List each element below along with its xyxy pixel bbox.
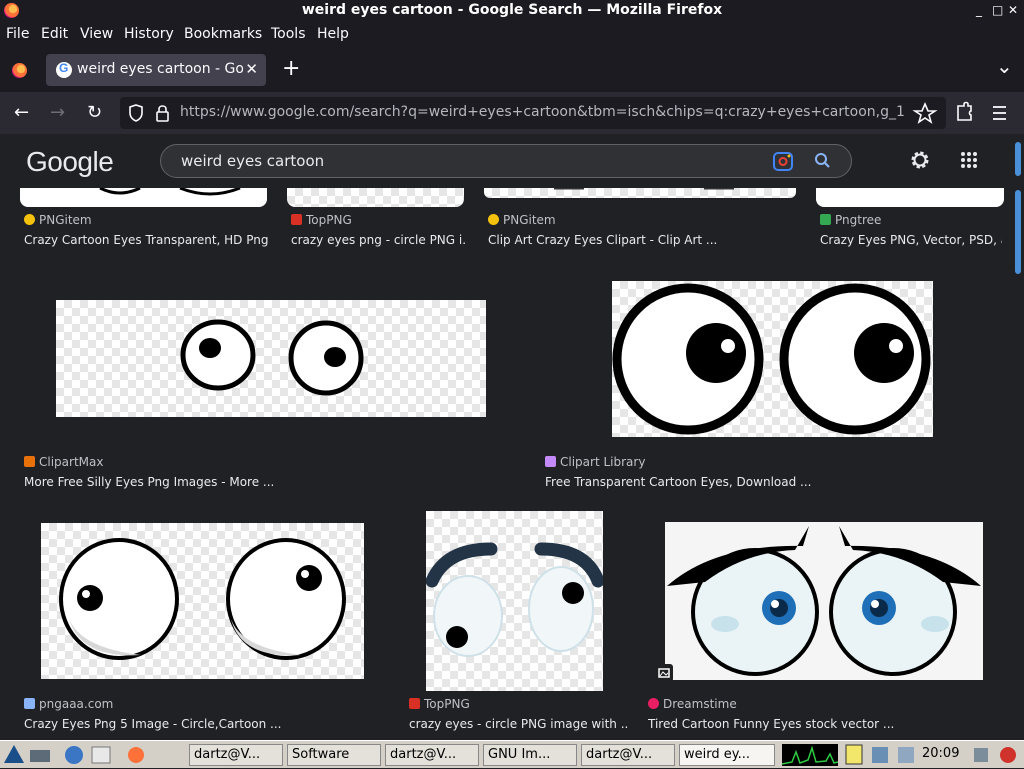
result-source-5[interactable]: ClipartMax <box>24 455 103 469</box>
start-menu-icon <box>4 745 24 763</box>
result-caption-2[interactable]: crazy eyes png - circle PNG i... <box>291 233 466 247</box>
result-caption-9[interactable]: Tired Cartoon Funny Eyes stock vector ..… <box>648 717 988 731</box>
result-image-5[interactable] <box>56 300 486 417</box>
taskbar-item-gimp[interactable]: GNU Im... <box>483 744 577 766</box>
image-badge-icon <box>655 664 673 682</box>
settings-gear-icon <box>911 151 929 169</box>
window-title: weird eyes cartoon - Google Search — Moz… <box>301 2 723 18</box>
menu-help[interactable]: Help <box>317 26 349 42</box>
result-caption-6[interactable]: Free Transparent Cartoon Eyes, Download … <box>545 475 985 489</box>
result-caption-3[interactable]: Clip Art Crazy Eyes Clipart - Clip Art .… <box>488 233 798 247</box>
apps-grid-icon <box>961 152 977 168</box>
google-header: Google weird eyes cartoon <box>0 134 1012 188</box>
result-source-9[interactable]: Dreamstime <box>648 697 737 711</box>
tray-network-icon <box>872 747 888 763</box>
result-image-1[interactable] <box>20 188 267 207</box>
result-source-3[interactable]: PNGitem <box>488 213 556 227</box>
power-icon <box>1000 747 1016 763</box>
url-bar[interactable]: https://www.google.com/search?q=weird+ey… <box>120 97 946 129</box>
minimize-button[interactable]: _ <box>976 3 982 17</box>
result-image-6[interactable] <box>612 281 933 437</box>
google-logo[interactable]: Google <box>26 146 114 178</box>
security-icons <box>129 104 169 122</box>
result-image-8[interactable] <box>426 511 603 691</box>
back-button[interactable]: ← <box>14 102 29 123</box>
taskbar-item-terminal-1[interactable]: dartz@V... <box>189 744 283 766</box>
reload-button[interactable]: ↻ <box>87 102 102 123</box>
result-image-3[interactable] <box>484 188 796 198</box>
menu-bar: File Edit View History Bookmarks Tools H… <box>0 22 1024 48</box>
result-image-7[interactable] <box>41 523 364 679</box>
terminal-icon <box>91 746 111 764</box>
url-text: https://www.google.com/search?q=weird+ey… <box>180 104 905 120</box>
scroll-indicator <box>1015 142 1021 176</box>
tray-volume-icon <box>898 747 914 763</box>
result-caption-1[interactable]: Crazy Cartoon Eyes Transparent, HD Png .… <box>24 233 269 247</box>
tab-label: weird eyes cartoon - Goo <box>77 61 243 77</box>
tab-close-button[interactable]: ✕ <box>245 60 258 78</box>
menu-view[interactable]: View <box>80 26 113 42</box>
navigation-bar: ← → ↻ https://www.google.com/search?q=we… <box>0 92 1024 134</box>
result-source-4[interactable]: Pngtree <box>820 213 881 227</box>
tray-display-icon <box>974 748 988 762</box>
system-taskbar: dartz@V... Software dartz@V... GNU Im...… <box>0 740 1024 768</box>
taskbar-item-software[interactable]: Software <box>287 744 381 766</box>
taskbar-item-terminal-3[interactable]: dartz@V... <box>581 744 675 766</box>
page-scrollbar[interactable] <box>1012 134 1024 740</box>
close-window-button[interactable]: ✕ <box>1008 3 1018 17</box>
menu-history[interactable]: History <box>124 26 174 42</box>
result-caption-5[interactable]: More Free Silly Eyes Png Images - More .… <box>24 475 504 489</box>
result-source-1[interactable]: PNGitem <box>24 213 92 227</box>
network-icon <box>65 746 83 764</box>
firefox-view-icon[interactable] <box>12 63 27 78</box>
menu-file[interactable]: File <box>6 26 29 42</box>
result-caption-4[interactable]: Crazy Eyes PNG, Vector, PSD, a... <box>820 233 1002 247</box>
taskbar-item-firefox[interactable]: weird ey... <box>679 744 775 766</box>
tab-google-search[interactable]: weird eyes cartoon - Goo ✕ <box>46 54 266 86</box>
lock-icon <box>156 111 169 122</box>
result-image-2[interactable] <box>287 188 464 207</box>
search-icon <box>815 153 830 168</box>
result-source-7[interactable]: pngaaa.com <box>24 697 113 711</box>
maximize-button[interactable]: □ <box>992 3 1003 17</box>
clock: 20:09 <box>922 746 960 761</box>
search-query: weird eyes cartoon <box>181 152 325 170</box>
tab-list-button[interactable]: ⌄ <box>996 54 1013 78</box>
result-image-9[interactable] <box>665 522 983 680</box>
files-icon <box>30 750 50 762</box>
scrollbar-thumb[interactable] <box>1015 190 1021 274</box>
result-source-8[interactable]: TopPNG <box>409 697 470 711</box>
image-results: PNGitem Crazy Cartoon Eyes Transparent, … <box>0 188 1012 740</box>
result-source-2[interactable]: TopPNG <box>291 213 352 227</box>
google-favicon-icon <box>56 61 72 78</box>
new-tab-button[interactable]: + <box>282 56 300 81</box>
result-caption-7[interactable]: Crazy Eyes Png 5 Image - Circle,Cartoon … <box>24 717 384 731</box>
hamburger-menu-icon <box>993 106 1006 120</box>
result-caption-8[interactable]: crazy eyes - circle PNG image with ... <box>409 717 629 731</box>
tray-p-icon <box>845 744 863 765</box>
menu-tools[interactable]: Tools <box>271 26 306 42</box>
tab-bar: weird eyes cartoon - Goo ✕ + ⌄ <box>0 48 1024 92</box>
result-source-6[interactable]: Clipart Library <box>545 455 645 469</box>
extensions-icon <box>957 101 972 121</box>
menu-edit[interactable]: Edit <box>41 26 68 42</box>
menu-bookmarks[interactable]: Bookmarks <box>184 26 262 42</box>
result-image-4[interactable] <box>816 188 1004 207</box>
firefox-launcher-icon <box>128 747 144 763</box>
forward-button[interactable]: → <box>50 102 65 123</box>
taskbar-item-terminal-2[interactable]: dartz@V... <box>385 744 479 766</box>
google-lens-icon <box>773 152 793 171</box>
launcher-icons[interactable] <box>0 741 186 769</box>
shield-icon <box>129 104 143 122</box>
search-box[interactable]: weird eyes cartoon <box>160 144 852 178</box>
window-titlebar: weird eyes cartoon - Google Search — Moz… <box>0 0 1024 22</box>
cpu-monitor <box>782 744 838 766</box>
